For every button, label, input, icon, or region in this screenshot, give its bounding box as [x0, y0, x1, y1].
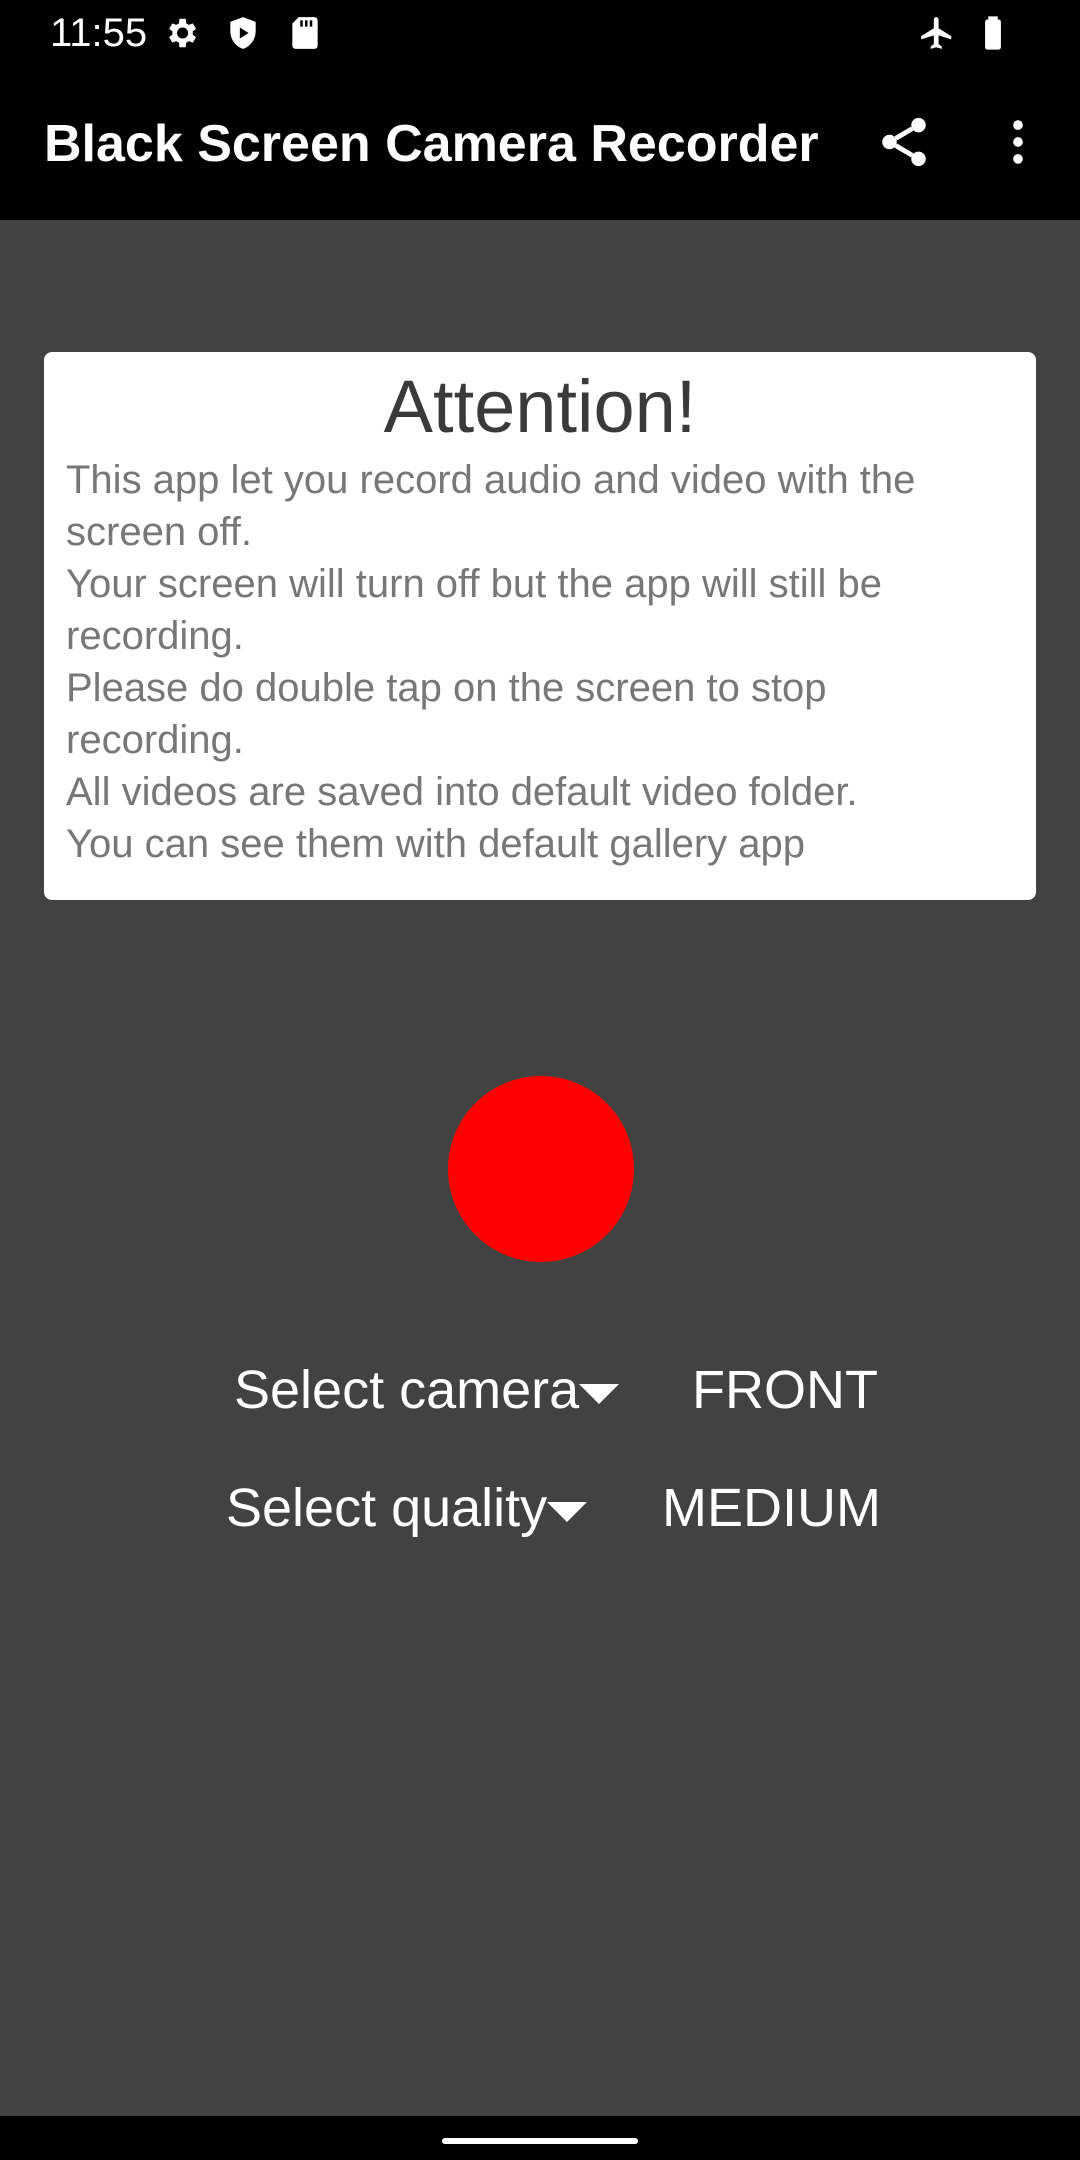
app-title: Black Screen Camera Recorder — [44, 115, 819, 173]
card-line: recording. — [66, 614, 244, 658]
battery-icon — [985, 16, 1001, 50]
home-gesture-handle[interactable] — [442, 2138, 638, 2144]
navigation-bar — [0, 2116, 1080, 2160]
app-screen: 11:55 Black Screen Camera Recorder Atten… — [0, 0, 1080, 2160]
dropdown-arrow-icon — [579, 1384, 620, 1404]
camera-value: FRONT — [692, 1360, 878, 1420]
share-button[interactable] — [868, 106, 940, 178]
sd-card-icon — [292, 17, 318, 49]
card-text: This app let you record audio and video … — [66, 454, 1014, 870]
card-title: Attention! — [383, 365, 697, 448]
camera-spinner-label: Select camera — [234, 1360, 580, 1420]
more-vert-icon — [1013, 120, 1023, 164]
card-line: Please do double tap on the screen to st… — [66, 666, 827, 710]
camera-selector-row: Select camera FRONT — [0, 1350, 1080, 1430]
app-bar: Black Screen Camera Recorder — [0, 66, 1080, 220]
card-line: Your screen will turn off but the app wi… — [66, 562, 882, 606]
status-bar: 11:55 — [0, 0, 1080, 66]
shield-play-icon — [230, 17, 256, 49]
dropdown-arrow-icon — [547, 1502, 588, 1522]
record-button[interactable] — [448, 1076, 634, 1262]
status-time: 11:55 — [50, 11, 148, 55]
share-icon — [882, 117, 926, 167]
quality-value: MEDIUM — [662, 1478, 881, 1538]
quality-spinner-label: Select quality — [226, 1478, 548, 1538]
gear-icon — [169, 18, 197, 48]
camera-spinner[interactable]: Select camera — [234, 1350, 620, 1430]
quality-selector-row: Select quality MEDIUM — [0, 1468, 1080, 1548]
card-line: screen off. — [66, 510, 253, 554]
card-line: recording. — [66, 718, 244, 762]
card-line: This app let you record audio and video … — [66, 458, 916, 502]
attention-card: Attention! This app let you record audio… — [44, 352, 1036, 900]
more-options-button[interactable] — [982, 106, 1054, 178]
card-line: All videos are saved into default video … — [66, 770, 858, 814]
quality-spinner[interactable]: Select quality — [226, 1468, 588, 1548]
airplane-icon — [921, 17, 952, 49]
card-line: You can see them with default gallery ap… — [66, 822, 806, 866]
